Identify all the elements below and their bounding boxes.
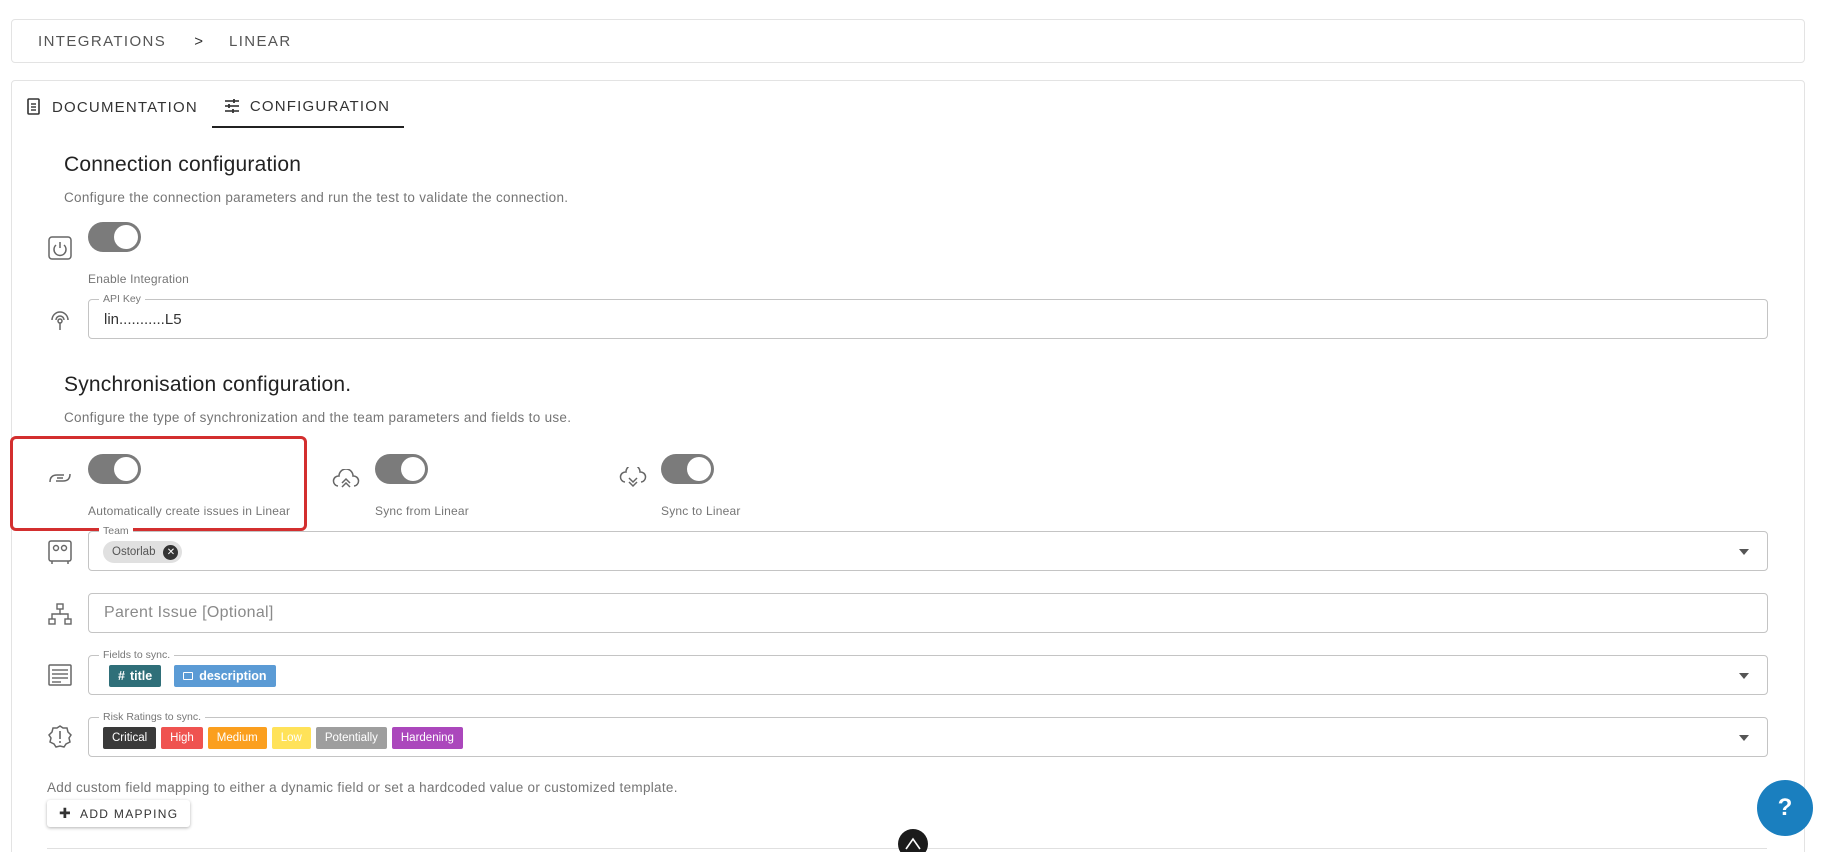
team-icon: [45, 537, 75, 567]
hash-icon: #: [118, 669, 125, 683]
breadcrumb-separator: >: [194, 32, 203, 50]
team-chip[interactable]: Ostorlab ✕: [103, 541, 183, 563]
sync-from-linear-toggle[interactable]: [375, 454, 428, 484]
close-icon[interactable]: ✕: [163, 544, 179, 560]
plus-icon: ✚: [59, 805, 73, 821]
tabs: DOCUMENTATION CONFIGURATION: [14, 86, 405, 128]
fields-to-sync-label: Fields to sync.: [99, 649, 175, 661]
document-icon: [27, 98, 40, 115]
connection-description: Configure the connection parameters and …: [64, 190, 569, 205]
parent-issue-field[interactable]: Parent Issue [Optional]: [88, 593, 1768, 633]
sync-to-linear-toggle[interactable]: [661, 454, 714, 484]
sync-to-linear-label: Sync to Linear: [661, 504, 741, 518]
enable-integration-label: Enable Integration: [88, 272, 190, 286]
field-chip-title-label: title: [129, 669, 153, 683]
api-key-label: API Key: [99, 293, 145, 305]
alert-icon: [45, 722, 75, 752]
risk-chips: Critical High Medium Low Potentially Har…: [103, 727, 463, 749]
team-label: Team: [99, 525, 133, 537]
mountain-icon: [905, 837, 921, 850]
hierarchy-icon: [45, 599, 75, 629]
enable-integration-toggle[interactable]: [88, 222, 141, 252]
risk-chip-hardening[interactable]: Hardening: [391, 727, 463, 749]
risk-chip-high[interactable]: High: [161, 727, 203, 749]
help-button[interactable]: ?: [1757, 780, 1813, 836]
tab-documentation-label: DOCUMENTATION: [52, 98, 198, 116]
help-label: ?: [1777, 794, 1793, 821]
risk-ratings-label: Risk Ratings to sync.: [99, 711, 206, 723]
breadcrumb: INTEGRATIONS > LINEAR: [11, 19, 1805, 63]
risk-chip-low[interactable]: Low: [271, 727, 311, 749]
team-chip-label: Ostorlab: [112, 546, 156, 558]
fields-to-sync-select[interactable]: Fields to sync. # title description: [88, 649, 1768, 695]
add-mapping-button[interactable]: ✚ ADD MAPPING: [47, 800, 191, 827]
connection-title: Connection configuration: [64, 153, 302, 176]
parent-issue-placeholder: Parent Issue [Optional]: [104, 604, 274, 621]
add-mapping-label: ADD MAPPING: [80, 806, 179, 821]
team-chips: Ostorlab ✕: [103, 541, 183, 563]
risk-chip-potentially[interactable]: Potentially: [315, 727, 387, 749]
cloud-upload-icon: [331, 465, 361, 495]
power-icon: [45, 233, 75, 263]
sync-title: Synchronisation configuration.: [64, 373, 352, 396]
tab-configuration[interactable]: CONFIGURATION: [211, 86, 405, 128]
chevron-down-icon[interactable]: [1739, 735, 1749, 741]
fields-chips: # title description: [109, 665, 276, 687]
team-select[interactable]: Team Ostorlab ✕: [88, 525, 1768, 571]
api-key-field[interactable]: API Key lin...........L5: [88, 293, 1768, 339]
cloud-download-icon: [618, 463, 648, 493]
breadcrumb-linear: LINEAR: [228, 32, 292, 50]
risk-chip-critical[interactable]: Critical: [103, 727, 157, 749]
key-icon: [45, 304, 75, 334]
fields-icon: [45, 660, 75, 690]
field-chip-description[interactable]: description: [174, 665, 276, 687]
chevron-down-icon[interactable]: [1739, 549, 1749, 555]
chevron-down-icon[interactable]: [1739, 673, 1749, 679]
tab-documentation[interactable]: DOCUMENTATION: [14, 86, 212, 128]
highlight-box: [10, 436, 307, 531]
api-key-value: lin...........L5: [104, 311, 182, 328]
breadcrumb-integrations[interactable]: INTEGRATIONS: [38, 33, 166, 50]
sync-from-linear-label: Sync from Linear: [375, 504, 469, 518]
risk-chip-medium[interactable]: Medium: [207, 727, 267, 749]
sync-description: Configure the type of synchronization an…: [64, 410, 572, 425]
text-icon: [183, 672, 194, 680]
risk-ratings-select[interactable]: Risk Ratings to sync. Critical High Medi…: [88, 711, 1768, 757]
fab-button[interactable]: [898, 829, 928, 852]
field-chip-description-label: description: [199, 669, 267, 683]
mapping-description: Add custom field mapping to either a dyn…: [47, 780, 678, 795]
field-chip-title[interactable]: # title: [109, 665, 162, 687]
sliders-icon: [224, 99, 239, 113]
tab-configuration-label: CONFIGURATION: [249, 97, 391, 115]
